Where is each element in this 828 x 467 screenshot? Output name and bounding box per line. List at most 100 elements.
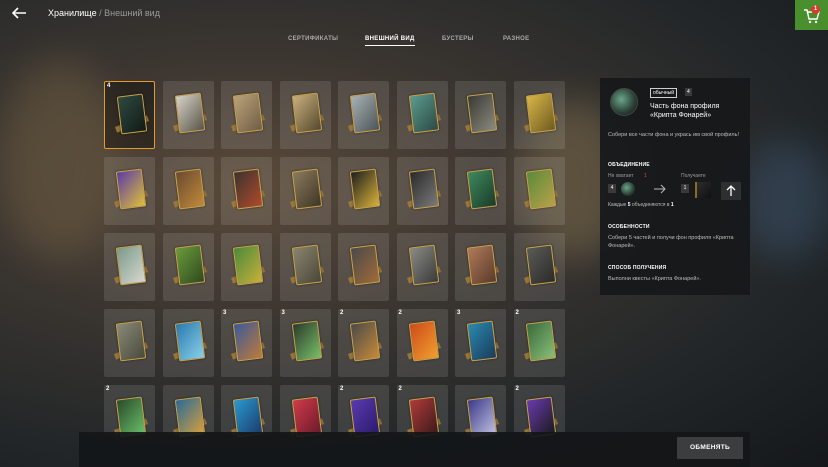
features-text: Собери 5 частей и получи фон профиля «Кр… [608, 235, 734, 249]
inventory-item[interactable] [104, 233, 155, 301]
inventory-item[interactable] [104, 309, 155, 377]
inventory-item[interactable]: 2 [338, 309, 389, 377]
background-blur [0, 60, 120, 260]
inventory-item[interactable] [162, 385, 214, 438]
inventory-item[interactable]: 2 [513, 309, 565, 377]
inventory-item[interactable] [279, 233, 331, 301]
inventory-item[interactable] [338, 233, 389, 301]
item-card-image [174, 320, 205, 362]
item-card-image [232, 244, 264, 286]
item-thumbnail [523, 320, 558, 366]
item-count: 2 [398, 310, 402, 316]
item-count-badge: 4 [685, 88, 692, 96]
item-thumbnail [406, 168, 441, 214]
inventory-item[interactable] [396, 157, 448, 225]
inventory-item[interactable] [221, 81, 272, 149]
item-count: 3 [223, 310, 227, 316]
item-thumbnail [406, 92, 441, 138]
item-count: 2 [515, 386, 519, 392]
inventory-item[interactable]: 2 [338, 385, 389, 438]
item-count: 2 [340, 310, 344, 316]
inventory-item[interactable]: 3 [455, 309, 506, 377]
inventory-item[interactable] [455, 81, 506, 149]
inventory-item[interactable] [513, 233, 565, 301]
item-card-image [232, 92, 264, 134]
item-card-image [525, 92, 556, 134]
inventory-item[interactable]: 3 [221, 309, 272, 377]
item-thumbnail [347, 244, 383, 290]
inventory-item[interactable]: 2 [396, 385, 448, 438]
breadcrumb-root[interactable]: Хранилище [48, 8, 97, 18]
inventory-item[interactable] [513, 157, 565, 225]
inventory-item[interactable] [455, 385, 506, 438]
item-title: Часть фона профиля «Крипта Фонарей» [650, 103, 720, 119]
inventory-item[interactable] [338, 157, 389, 225]
item-card-image [174, 92, 205, 134]
ratio-to: 1 [670, 202, 674, 208]
inventory-item[interactable] [104, 157, 155, 225]
inventory-item[interactable] [396, 233, 448, 301]
merge-heading: ОБЪЕДИНЕНИЕ [608, 162, 650, 168]
item-count: 3 [457, 310, 461, 316]
tab-misc[interactable]: РАЗНОЕ [503, 36, 529, 42]
item-count: 3 [281, 310, 285, 316]
item-card-image [291, 320, 322, 362]
item-thumbnail [113, 168, 149, 214]
shop-cart-button[interactable]: 1 [795, 0, 828, 30]
inventory-item[interactable] [162, 157, 214, 225]
merge-source-icon [621, 182, 635, 196]
inventory-item[interactable] [162, 309, 214, 377]
inventory-item[interactable] [162, 233, 214, 301]
item-thumbnail [347, 168, 383, 214]
have-count: 4 [608, 184, 616, 193]
inventory-item[interactable] [396, 81, 448, 149]
item-thumbnail [347, 92, 383, 138]
tab-certificates[interactable]: СЕРТИФИКАТЫ [288, 36, 338, 42]
item-count: 2 [340, 386, 344, 392]
merge-arrow-icon [653, 184, 667, 196]
item-thumbnail [172, 320, 207, 366]
item-card-image [408, 168, 439, 210]
item-thumbnail [172, 244, 207, 290]
inventory-item[interactable] [279, 385, 331, 438]
inventory-item[interactable]: 2 [513, 385, 565, 438]
tab-appearance[interactable]: ВНЕШНИЙ ВИД [365, 36, 415, 46]
item-card-image [116, 93, 148, 135]
exchange-button[interactable]: ОБМЕНЯТЬ [677, 437, 743, 459]
item-thumbnail [347, 320, 383, 366]
item-thumbnail [172, 92, 207, 138]
inventory-item[interactable] [455, 233, 506, 301]
ratio-prefix: Каждые [608, 202, 627, 208]
item-card-image [115, 168, 147, 210]
bottom-bar [79, 432, 750, 467]
inventory-item[interactable]: 2 [396, 309, 448, 377]
tab-boosters[interactable]: БУСТЕРЫ [442, 36, 474, 42]
inventory-item[interactable]: 4 [104, 81, 155, 149]
item-count: 2 [515, 310, 519, 316]
item-thumbnail [230, 320, 266, 366]
item-card-image [174, 244, 205, 286]
inventory-item[interactable] [338, 81, 389, 149]
item-card-image [232, 168, 264, 210]
item-card-image [115, 244, 147, 286]
inventory-item[interactable] [455, 157, 506, 225]
inventory-item[interactable] [221, 157, 272, 225]
back-button[interactable] [10, 5, 28, 21]
inventory-item[interactable] [162, 81, 214, 149]
inventory-item[interactable]: 3 [279, 309, 331, 377]
obtain-heading: СПОСОБ ПОЛУЧЕНИЯ [608, 265, 667, 271]
merge-result-icon [695, 182, 711, 198]
item-thumbnail [230, 168, 266, 214]
item-card-image [408, 244, 439, 286]
inventory-item[interactable] [279, 81, 331, 149]
item-thumbnail [523, 168, 558, 214]
inventory-item[interactable]: 2 [104, 385, 155, 438]
inventory-item[interactable] [513, 81, 565, 149]
breadcrumb: Хранилище / Внешний вид [48, 8, 160, 18]
inventory-item[interactable] [279, 157, 331, 225]
background-blur [740, 140, 828, 260]
inventory-item[interactable] [221, 385, 272, 438]
inventory-item[interactable] [221, 233, 272, 301]
merge-button[interactable] [721, 182, 741, 200]
item-card-image [115, 320, 147, 362]
